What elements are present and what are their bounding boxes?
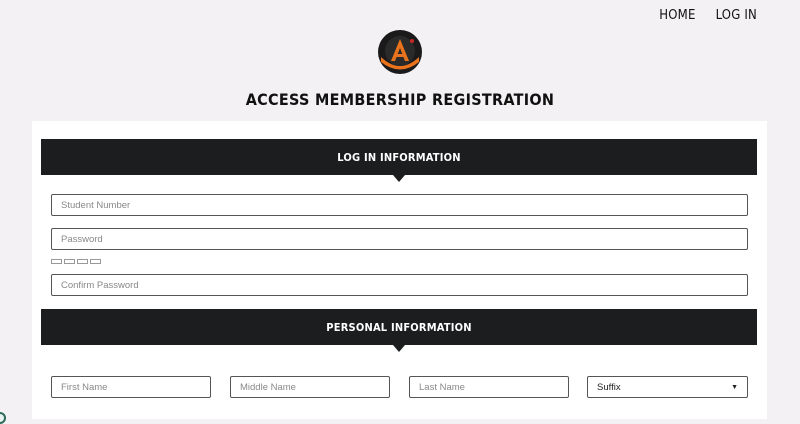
strength-segment <box>90 259 101 264</box>
page-title: ACCESS MEMBERSHIP REGISTRATION <box>245 90 555 109</box>
section-header-login-info: LOG IN INFORMATION <box>41 139 757 182</box>
student-number-input[interactable] <box>51 194 748 216</box>
section-header-personal-info: PERSONAL INFORMATION <box>41 309 757 352</box>
site-logo[interactable] <box>377 29 423 75</box>
last-name-input[interactable] <box>409 376 569 398</box>
suffix-select[interactable]: Suffix ▼ <box>587 376 748 398</box>
strength-segment <box>51 259 62 264</box>
first-name-input[interactable] <box>51 376 211 398</box>
suffix-selected-value: Suffix <box>597 381 621 393</box>
password-input[interactable] <box>51 228 748 250</box>
registration-form: LOG IN INFORMATION PERSONAL INFORMATION … <box>32 121 767 419</box>
confirm-password-input[interactable] <box>51 274 748 296</box>
nav-login-link[interactable]: LOG IN <box>716 8 757 23</box>
chevron-down-icon: ▼ <box>731 383 738 391</box>
nav-home-link[interactable]: HOME <box>659 8 695 23</box>
chat-widget-icon[interactable] <box>0 412 6 424</box>
middle-name-input[interactable] <box>230 376 390 398</box>
password-strength-meter <box>51 259 101 264</box>
top-nav: HOME LOG IN <box>659 8 757 23</box>
strength-segment <box>77 259 88 264</box>
strength-segment <box>64 259 75 264</box>
